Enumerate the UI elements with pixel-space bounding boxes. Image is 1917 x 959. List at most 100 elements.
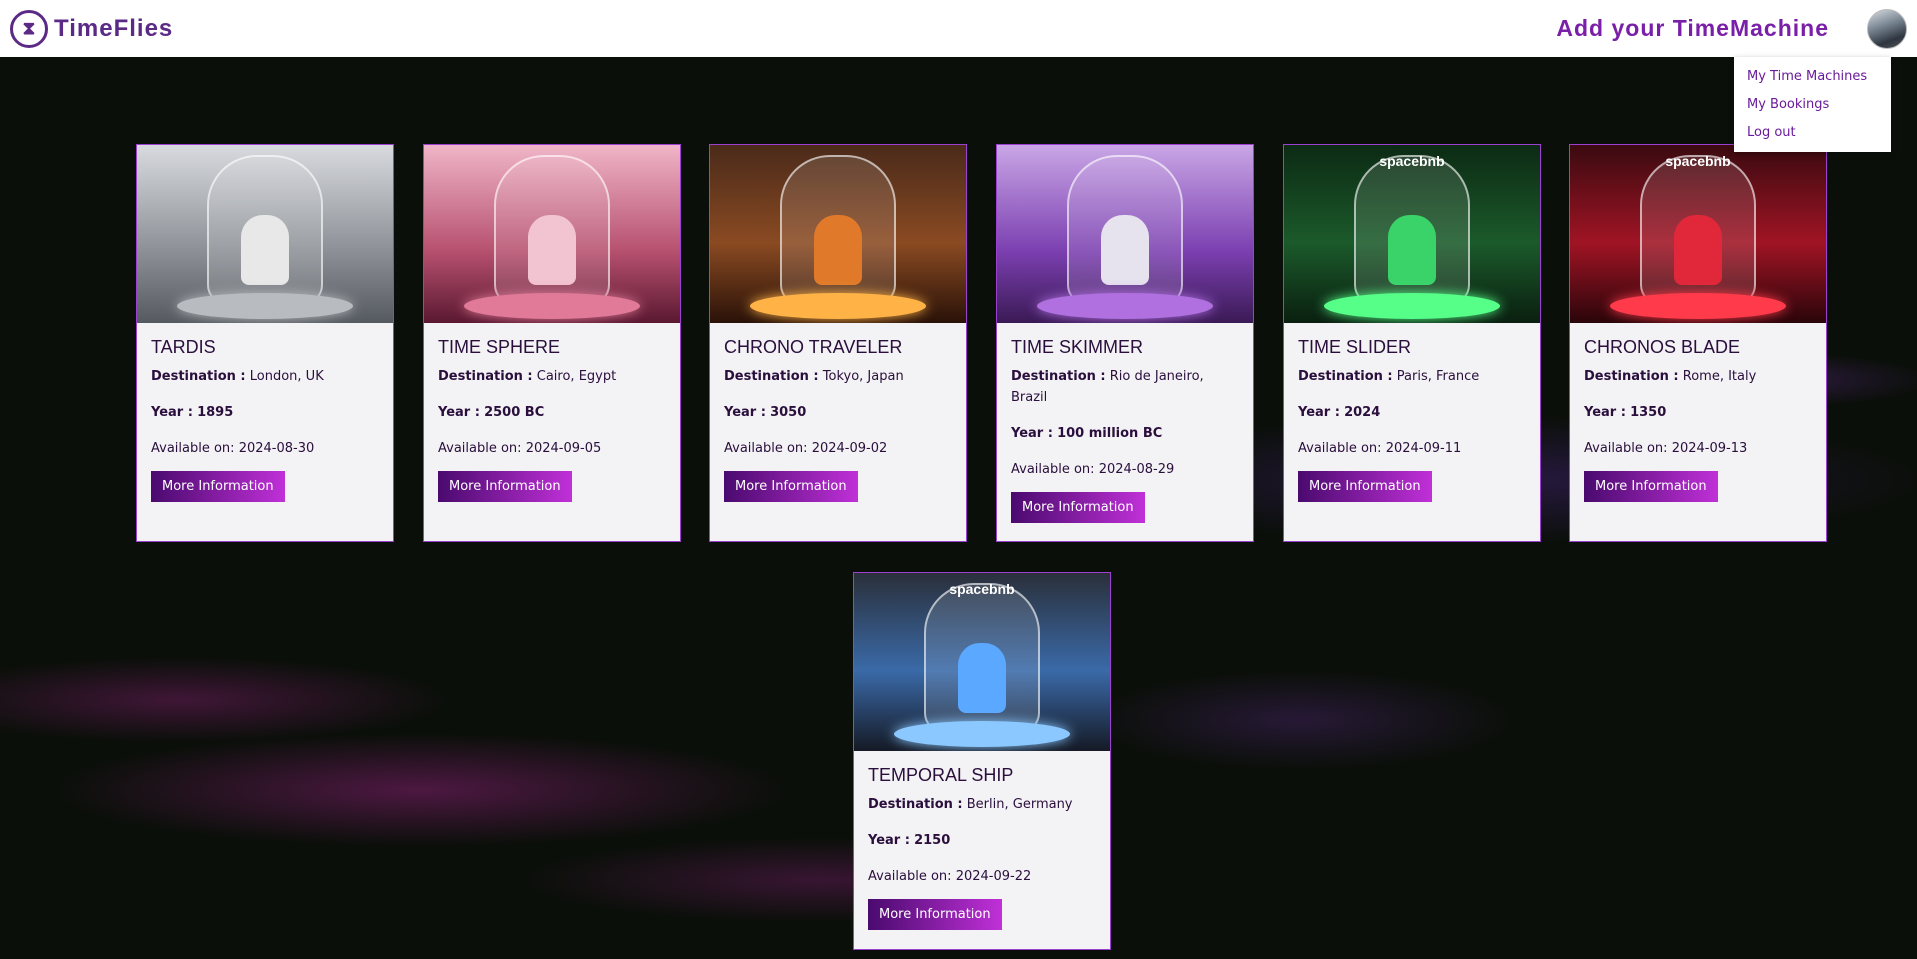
destination-line-value: Berlin, Germany [966, 797, 1073, 812]
more-information-button[interactable]: More Information [1298, 471, 1432, 502]
destination-line-label: Destination : [868, 797, 963, 812]
year-line-value: 2500 BC [484, 405, 545, 420]
destination-line: Destination : Rio de Janeiro, Brazil [1011, 366, 1239, 408]
more-information-button[interactable]: More Information [438, 471, 572, 502]
time-machine-card: spacebnb TIME SLIDER Destination : Paris, … [1283, 144, 1541, 542]
more-information-button[interactable]: More Information [1011, 492, 1145, 523]
destination-line: Destination : Paris, France [1298, 366, 1526, 387]
destination-line: Destination : Berlin, Germany [868, 794, 1096, 815]
year-line-value: 1895 [197, 405, 234, 420]
available-line-label: Available on: [151, 441, 235, 456]
available-line-label: Available on: [868, 869, 952, 884]
available-line: Available on: 2024-09-13 [1584, 438, 1812, 459]
available-line-label: Available on: [724, 441, 808, 456]
image-brand-label: spacebnb [1665, 153, 1731, 169]
destination-line-value: Tokyo, Japan [822, 369, 904, 384]
year-line-value: 2024 [1344, 405, 1381, 420]
time-machine-card: TIME SKIMMER Destination : Rio de Janeiro… [996, 144, 1254, 542]
card-title: TIME SKIMMER [1011, 337, 1144, 357]
time-machine-card: spacebnb TEMPORAL SHIP Destination : Berli… [853, 572, 1111, 950]
destination-line-value: Paris, France [1396, 369, 1480, 384]
card-title: TARDIS [151, 337, 216, 357]
year-line-label: Year : [1011, 426, 1053, 441]
destination-line-label: Destination : [151, 369, 246, 384]
time-machine-image [424, 145, 680, 323]
available-line: Available on: 2024-08-29 [1011, 459, 1239, 480]
available-line-label: Available on: [1011, 462, 1095, 477]
destination-line-label: Destination : [724, 369, 819, 384]
destination-line-label: Destination : [1298, 369, 1393, 384]
time-machine-card: spacebnb CHRONOS BLADE Destination : Rome,… [1569, 144, 1827, 542]
card-title: TIME SLIDER [1298, 337, 1412, 357]
available-line-value: 2024-08-29 [1098, 462, 1175, 477]
card-title: TIME SPHERE [438, 337, 561, 357]
destination-line: Destination : Tokyo, Japan [724, 366, 952, 387]
destination-line-label: Destination : [1584, 369, 1679, 384]
add-time-machine-link[interactable]: Add your TimeMachine [1556, 15, 1829, 42]
year-line-value: 1350 [1630, 405, 1667, 420]
destination-line-value: London, UK [249, 369, 324, 384]
year-line-label: Year : [151, 405, 193, 420]
menu-item-my-time-machines[interactable]: My Time Machines [1734, 63, 1891, 91]
year-line-label: Year : [868, 833, 910, 848]
available-line-value: 2024-09-11 [1385, 441, 1462, 456]
available-line: Available on: 2024-09-22 [868, 866, 1096, 887]
time-machine-image [997, 145, 1253, 323]
available-line: Available on: 2024-08-30 [151, 438, 379, 459]
brand[interactable]: ⧗ TimeFlies [10, 9, 174, 48]
destination-line-label: Destination : [438, 369, 533, 384]
available-line-value: 2024-09-13 [1671, 441, 1748, 456]
time-machine-card: TARDIS Destination : London, UK Year : 189… [136, 144, 394, 542]
brand-name: TimeFlies [54, 14, 174, 42]
time-machine-image: spacebnb [1284, 145, 1540, 323]
more-information-button[interactable]: More Information [151, 471, 285, 502]
year-line: Year : 2500 BC [438, 402, 666, 423]
available-line-label: Available on: [1584, 441, 1668, 456]
available-line-label: Available on: [438, 441, 522, 456]
image-brand-label: spacebnb [949, 581, 1015, 597]
menu-item-log-out[interactable]: Log out [1734, 119, 1891, 147]
year-line: Year : 1350 [1584, 402, 1812, 423]
menu-item-my-bookings[interactable]: My Bookings [1734, 91, 1891, 119]
available-line-value: 2024-09-05 [525, 441, 602, 456]
card-title: CHRONO TRAVELER [724, 337, 903, 357]
year-line-label: Year : [438, 405, 480, 420]
available-line: Available on: 2024-09-05 [438, 438, 666, 459]
time-machine-card: CHRONO TRAVELER Destination : Tokyo, Japa… [709, 144, 967, 542]
time-machine-image [710, 145, 966, 323]
destination-line-label: Destination : [1011, 369, 1106, 384]
available-line-value: 2024-09-22 [955, 869, 1032, 884]
more-information-button[interactable]: More Information [868, 899, 1002, 930]
year-line-value: 3050 [770, 405, 807, 420]
time-machine-image: spacebnb [1570, 145, 1826, 323]
available-line-label: Available on: [1298, 441, 1382, 456]
year-line-label: Year : [724, 405, 766, 420]
year-line-value: 2150 [914, 833, 951, 848]
year-line: Year : 100 million BC [1011, 423, 1239, 444]
more-information-button[interactable]: More Information [724, 471, 858, 502]
image-brand-label: spacebnb [1379, 153, 1445, 169]
year-line: Year : 1895 [151, 402, 379, 423]
time-machine-card: TIME SPHERE Destination : Cairo, Egypt Yea… [423, 144, 681, 542]
year-line-label: Year : [1298, 405, 1340, 420]
time-machine-image: spacebnb [854, 573, 1110, 751]
destination-line-value: Rome, Italy [1682, 369, 1757, 384]
time-machine-image [137, 145, 393, 323]
card-title: TEMPORAL SHIP [868, 765, 1014, 785]
destination-line: Destination : London, UK [151, 366, 379, 387]
destination-line: Destination : Cairo, Egypt [438, 366, 666, 387]
card-title: CHRONOS BLADE [1584, 337, 1741, 357]
more-information-button[interactable]: More Information [1584, 471, 1718, 502]
user-dropdown-menu: My Time Machines My Bookings Log out [1734, 57, 1891, 152]
available-line: Available on: 2024-09-02 [724, 438, 952, 459]
year-line-label: Year : [1584, 405, 1626, 420]
available-line: Available on: 2024-09-11 [1298, 438, 1526, 459]
year-line-value: 100 million BC [1057, 426, 1163, 441]
hourglass-icon: ⧗ [10, 9, 48, 48]
avatar[interactable] [1867, 8, 1907, 49]
year-line: Year : 3050 [724, 402, 952, 423]
destination-line-value: Cairo, Egypt [536, 369, 617, 384]
year-line: Year : 2150 [868, 830, 1096, 851]
available-line-value: 2024-09-02 [811, 441, 888, 456]
year-line: Year : 2024 [1298, 402, 1526, 423]
